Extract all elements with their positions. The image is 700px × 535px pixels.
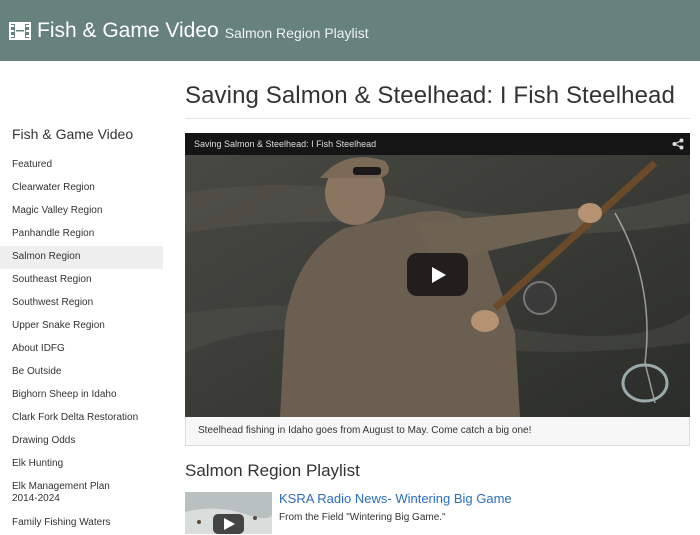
sidebar-item-about-idfg[interactable]: About IDFG: [0, 338, 163, 361]
sidebar-item-family-fishing[interactable]: Family Fishing Waters: [0, 512, 163, 535]
playlist-thumbnail[interactable]: [185, 492, 272, 534]
sidebar-item-bighorn-sheep[interactable]: Bighorn Sheep in Idaho: [0, 384, 163, 407]
sidebar-heading: Fish & Game Video: [12, 126, 134, 142]
sidebar-item-clark-fork[interactable]: Clark Fork Delta Restoration: [0, 407, 163, 430]
sidebar-item-upper-snake[interactable]: Upper Snake Region: [0, 315, 163, 338]
share-icon[interactable]: [672, 138, 684, 150]
sidebar-item-featured[interactable]: Featured: [0, 154, 163, 177]
title-divider: [185, 118, 690, 119]
sidebar-item-clearwater[interactable]: Clearwater Region: [0, 177, 163, 200]
site-header: Fish & Game Video Salmon Region Playlist: [0, 0, 700, 61]
sidebar-item-be-outside[interactable]: Be Outside: [0, 361, 163, 384]
sidebar-item-elk-management[interactable]: Elk Management Plan 2014-2024: [0, 476, 124, 512]
sidebar-item-southwest[interactable]: Southwest Region: [0, 292, 163, 315]
playlist-thumbnail-image: [185, 492, 272, 534]
play-button[interactable]: [407, 253, 468, 296]
site-title[interactable]: Fish & Game Video: [37, 19, 219, 43]
sidebar-item-drawing-odds[interactable]: Drawing Odds: [0, 430, 163, 453]
playlist-item-description: From the Field "Wintering Big Game.": [279, 512, 446, 523]
video-title-bar: Saving Salmon & Steelhead: I Fish Steelh…: [185, 133, 690, 155]
video-caption: Steelhead fishing in Idaho goes from Aug…: [185, 417, 690, 446]
sidebar-item-elk-hunting[interactable]: Elk Hunting: [0, 453, 163, 476]
play-icon: [431, 266, 446, 283]
video-player[interactable]: Saving Salmon & Steelhead: I Fish Steelh…: [185, 133, 690, 417]
sidebar-nav: Fish & Game Video Featured Clearwater Re…: [0, 118, 163, 535]
site-subtitle: Salmon Region Playlist: [224, 24, 369, 41]
video-bar-title[interactable]: Saving Salmon & Steelhead: I Fish Steelh…: [194, 139, 376, 149]
sidebar-item-magic-valley[interactable]: Magic Valley Region: [0, 200, 163, 223]
page-title: Saving Salmon & Steelhead: I Fish Steelh…: [185, 82, 675, 109]
playlist-item-title[interactable]: KSRA Radio News- Wintering Big Game: [279, 491, 512, 506]
sidebar-list: Featured Clearwater Region Magic Valley …: [0, 154, 163, 535]
sidebar-item-panhandle[interactable]: Panhandle Region: [0, 223, 163, 246]
sidebar-item-salmon[interactable]: Salmon Region: [0, 246, 163, 269]
sidebar-item-southeast[interactable]: Southeast Region: [0, 269, 163, 292]
playlist-heading: Salmon Region Playlist: [185, 461, 360, 480]
film-icon: [9, 21, 31, 40]
